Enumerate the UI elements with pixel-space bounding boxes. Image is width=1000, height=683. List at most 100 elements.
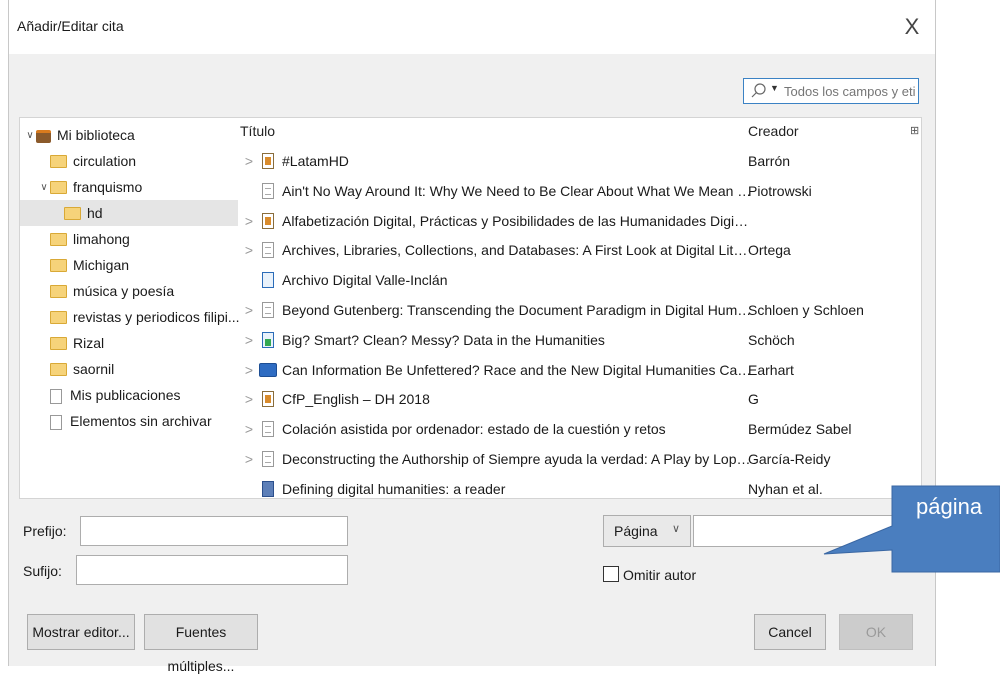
show-editor-button[interactable]: Mostrar editor... xyxy=(27,614,135,650)
search-box[interactable]: ▼ xyxy=(743,78,919,104)
folder-icon xyxy=(50,154,67,168)
collection-item[interactable]: hd xyxy=(20,200,238,226)
document-icon xyxy=(262,242,274,259)
callout-text: página xyxy=(916,494,983,519)
item-creator: Bermúdez Sabel xyxy=(748,421,852,438)
item-creator: Piotrowski xyxy=(748,182,812,199)
chevron-right-icon[interactable]: > xyxy=(243,297,255,323)
omit-author-label[interactable]: Omitir autor xyxy=(623,565,696,585)
collection-item[interactable]: Rizal xyxy=(20,330,238,356)
presentation-icon xyxy=(262,212,274,229)
chevron-down-icon[interactable]: ∨ xyxy=(24,123,36,149)
items-table: Título Creador ⊞ > #LatamHD Barrón Ain't No… xyxy=(238,118,921,498)
collection-label: franquismo xyxy=(73,179,143,195)
folder-icon xyxy=(50,258,67,272)
collection-item[interactable]: ∨ Mi biblioteca xyxy=(20,122,238,148)
item-creator: García-Reidy xyxy=(748,451,831,467)
presentation-icon xyxy=(262,153,274,169)
folder-icon xyxy=(50,362,67,376)
chevron-right-icon[interactable]: > xyxy=(243,357,255,383)
collection-item[interactable]: Mis publicaciones xyxy=(20,382,238,408)
chevron-right-icon[interactable]: > xyxy=(243,386,255,412)
folder-icon xyxy=(50,232,67,246)
collection-item[interactable]: música y poesía xyxy=(20,278,238,304)
table-row[interactable]: > Big? Smart? Clean? Messy? Data in the H… xyxy=(238,327,908,353)
table-row[interactable]: > CfP_English – DH 2018 G xyxy=(238,386,908,412)
collection-label: música y poesía xyxy=(73,283,175,299)
document-icon xyxy=(262,451,274,467)
table-row[interactable]: > Can Information Be Unfettered? Race and… xyxy=(238,357,908,383)
chevron-right-icon[interactable]: > xyxy=(243,416,255,442)
add-edit-citation-dialog: Añadir/Editar cita X ▼ ∨ Mi biblioteca cir… xyxy=(8,0,936,674)
collection-item[interactable]: saornil xyxy=(20,356,238,382)
folder-icon xyxy=(50,284,67,298)
collection-item[interactable]: limahong xyxy=(20,226,238,252)
collection-label: Elementos sin archivar xyxy=(70,413,212,429)
suffix-field[interactable] xyxy=(76,555,348,585)
locator-type-select[interactable]: Página ∨ xyxy=(603,515,691,547)
chevron-right-icon[interactable]: > xyxy=(243,208,255,234)
search-input[interactable] xyxy=(784,81,916,101)
library-panel: ∨ Mi biblioteca circulation ∨ franquismo hd li… xyxy=(19,117,922,499)
item-title: Ain't No Way Around It: Why We Need to B… xyxy=(282,182,752,199)
table-row[interactable]: > Beyond Gutenberg: Transcending the Docu… xyxy=(238,297,908,323)
prefix-field[interactable] xyxy=(80,516,348,546)
table-row[interactable]: > Deconstructing the Authorship of Siempr… xyxy=(238,446,908,472)
checkbox-box[interactable] xyxy=(603,566,619,582)
item-title: #LatamHD xyxy=(282,153,349,169)
dataset-icon xyxy=(262,331,274,348)
chevron-right-icon[interactable]: > xyxy=(243,446,255,472)
table-row[interactable]: > #LatamHD Barrón xyxy=(238,148,908,174)
item-creator: Schloen y Schloen xyxy=(748,302,864,318)
suffix-input[interactable] xyxy=(77,556,347,584)
collection-item[interactable]: Elementos sin archivar xyxy=(20,408,238,434)
title-bar: Añadir/Editar cita X xyxy=(9,0,935,54)
column-header-title[interactable]: Título xyxy=(240,123,275,139)
collection-item[interactable]: ∨ franquismo xyxy=(20,174,238,200)
table-row[interactable]: Defining digital humanities: a reader Nyh… xyxy=(238,476,908,498)
cancel-button[interactable]: Cancel xyxy=(754,614,826,650)
item-creator: Barrón xyxy=(748,153,791,169)
item-title: Colación asistida por ordenador: estado … xyxy=(282,421,666,438)
table-row[interactable]: Ain't No Way Around It: Why We Need to B… xyxy=(238,178,908,204)
document-icon xyxy=(262,302,274,318)
table-row[interactable]: > Archives, Libraries, Collections, and D… xyxy=(238,237,908,263)
table-row[interactable]: Archivo Digital Valle-Inclán xyxy=(238,267,908,293)
item-creator: Schöch xyxy=(748,331,795,348)
item-creator: Earhart xyxy=(748,361,794,378)
prefix-input[interactable] xyxy=(81,517,347,545)
collection-label: saornil xyxy=(73,361,115,377)
suffix-label: Sufijo: xyxy=(23,563,62,579)
item-title: Big? Smart? Clean? Messy? Data in the Hu… xyxy=(282,331,605,348)
column-picker-icon[interactable]: ⊞ xyxy=(910,124,919,137)
multiple-sources-button[interactable]: Fuentes múltiples... xyxy=(144,614,258,674)
ok-button[interactable]: OK xyxy=(839,614,913,650)
chevron-right-icon[interactable]: > xyxy=(243,237,255,263)
collection-item[interactable]: circulation xyxy=(20,148,238,174)
item-title: Deconstructing the Authorship of Siempre… xyxy=(282,451,752,467)
collection-item[interactable]: revistas y periodicos filipi... xyxy=(20,304,240,330)
chevron-down-icon[interactable]: ∨ xyxy=(38,175,50,201)
table-row[interactable]: > Colación asistida por ordenador: estado… xyxy=(238,416,908,442)
chevron-right-icon[interactable]: > xyxy=(243,327,255,353)
chevron-right-icon[interactable]: > xyxy=(243,148,255,174)
collection-label: Mis publicaciones xyxy=(70,387,181,403)
close-icon[interactable]: X xyxy=(897,12,927,42)
document-icon xyxy=(50,388,62,404)
collection-label: revistas y periodicos filipi... xyxy=(73,309,240,325)
table-row[interactable]: > Alfabetización Digital, Prácticas y Pos… xyxy=(238,208,908,234)
document-icon xyxy=(262,182,274,199)
locator-type-value: Página xyxy=(614,523,658,539)
annotation-callout: página xyxy=(816,480,1000,580)
item-title: CfP_English – DH 2018 xyxy=(282,391,430,408)
chevron-down-icon: ∨ xyxy=(671,523,680,535)
search-icon[interactable] xyxy=(750,82,768,100)
search-mode-dropdown-icon[interactable]: ▼ xyxy=(770,83,779,93)
collection-label: hd xyxy=(87,205,103,221)
column-header-creator[interactable]: Creador xyxy=(748,123,799,139)
prefix-label: Prefijo: xyxy=(23,523,67,539)
documents-icon xyxy=(50,414,62,430)
collection-item[interactable]: Michigan xyxy=(20,252,238,278)
item-title: Beyond Gutenberg: Transcending the Docum… xyxy=(282,302,752,318)
presentation-icon xyxy=(262,391,274,408)
